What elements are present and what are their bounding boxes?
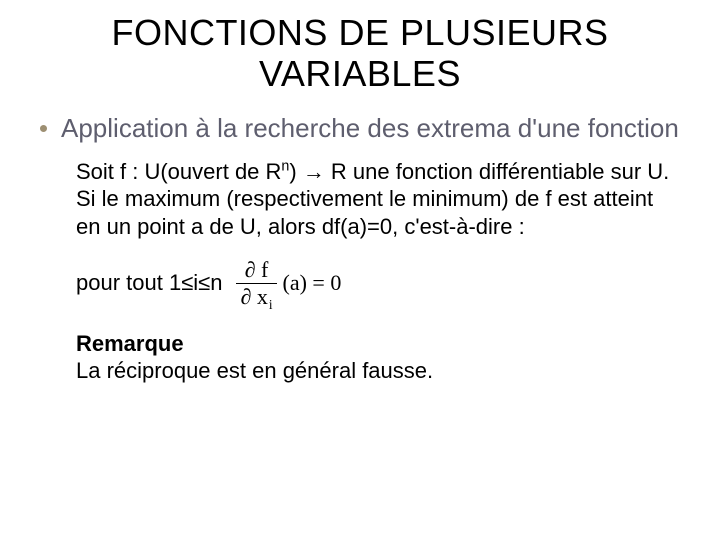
remark-label: Remarque	[76, 331, 184, 356]
for-all-text: pour tout 1≤i≤n	[76, 269, 222, 297]
paragraph-condition: Si le maximum (respectivement le minimum…	[76, 186, 653, 239]
fraction: ∂ f ∂ xi	[236, 258, 276, 307]
partial-derivative-formula: ∂ f ∂ xi (a) = 0	[236, 258, 341, 307]
def-part-b: ) → R une fonction différentiable sur U.	[289, 159, 669, 184]
remark-block: Remarque La réciproque est en général fa…	[76, 330, 680, 385]
fraction-denominator: ∂ xi	[236, 285, 276, 308]
bullet-item: Application à la recherche des extrema d…	[40, 113, 680, 144]
bullet-text: Application à la recherche des extrema d…	[61, 113, 679, 144]
formula-tail: (a) = 0	[283, 269, 342, 297]
den-subscript-i: i	[269, 297, 273, 312]
fraction-numerator: ∂ f	[241, 258, 273, 281]
slide: FONCTIONS DE PLUSIEURS VARIABLES Applica…	[0, 0, 720, 540]
paragraph-definition: Soit f : U(ouvert de Rn) → R une fonctio…	[76, 158, 680, 241]
formula-row: pour tout 1≤i≤n ∂ f ∂ xi (a) = 0	[76, 258, 680, 307]
body-content: Soit f : U(ouvert de Rn) → R une fonctio…	[76, 158, 680, 385]
slide-title: FONCTIONS DE PLUSIEURS VARIABLES	[40, 12, 680, 95]
den-main: ∂ x	[240, 284, 267, 309]
def-part-a: Soit f : U(ouvert de R	[76, 159, 281, 184]
remark-text: La réciproque est en général fausse.	[76, 358, 433, 383]
bullet-dot-icon	[40, 125, 47, 132]
